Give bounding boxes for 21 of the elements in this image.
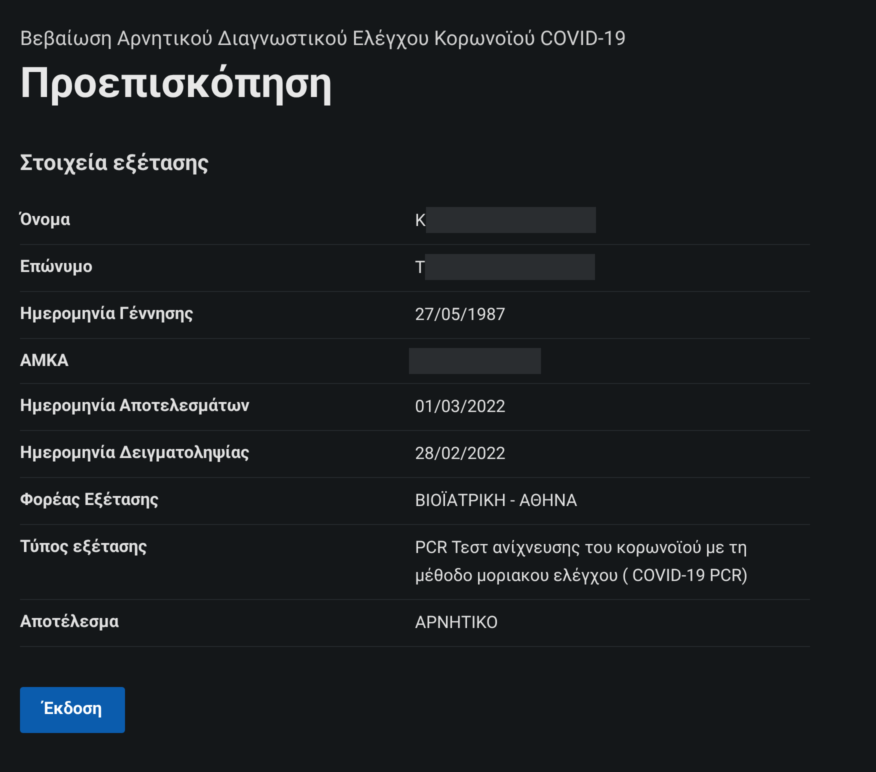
field-label: Φορέας Εξέτασης: [20, 489, 160, 512]
field-label: Αποτέλεσμα: [20, 611, 120, 634]
field-label: Ημερομηνία Δειγματοληψίας: [20, 442, 250, 465]
page-subtitle: Βεβαίωση Αρνητικού Διαγνωστικού Ελέγχου Κορωνοϊού COVID-19: [20, 25, 627, 52]
field-label: Τύπος εξέτασης: [20, 536, 148, 559]
field-label: Ημερομηνία Γέννησης: [20, 303, 194, 326]
field-value: Κ: [415, 210, 426, 233]
field-label: Όνομα: [20, 209, 72, 232]
section-heading: Στοιχεία εξέτασης: [20, 150, 210, 178]
field-value: 01/03/2022: [415, 396, 506, 419]
page-title: Προεπισκόπηση: [20, 58, 334, 110]
field-value: 27/05/1987: [415, 304, 506, 327]
issue-button[interactable]: Έκδοση: [20, 687, 125, 733]
field-value: ΒΙΟΪΑΤΡΙΚΗ - ΑΘΗΝΑ: [415, 490, 578, 513]
field-value: PCR Τεστ ανίχνευσης του κορωνοϊού με τη μέθοδο μοριακου ελέγχου ( COVID-19 PCR): [415, 537, 749, 588]
field-label: ΑΜΚΑ: [20, 350, 70, 373]
field-value: 28/02/2022: [415, 443, 506, 466]
field-value: Τ: [415, 257, 426, 280]
field-value: ΑΡΝΗΤΙΚΟ: [415, 612, 498, 635]
field-label: Επώνυμο: [20, 256, 94, 279]
field-label: Ημερομηνία Αποτελεσμάτων: [20, 395, 250, 418]
